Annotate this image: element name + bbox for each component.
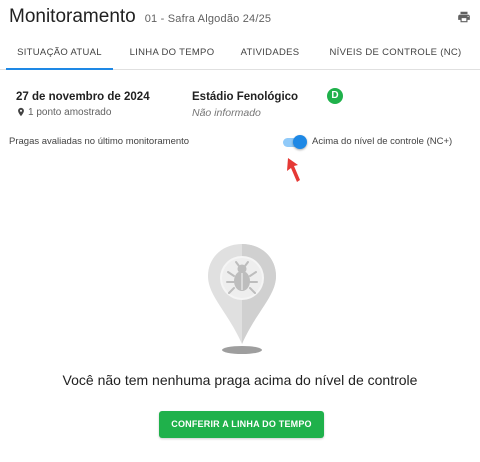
red-arrow-icon <box>287 158 300 182</box>
map-pin-icon <box>18 107 24 117</box>
empty-state-message: Você não tem nenhuma praga acima do níve… <box>62 372 418 388</box>
page-header: Monitoramento 01 - Safra Algodão 24/25 <box>9 6 471 30</box>
tab-atividades[interactable]: ATIVIDADES <box>231 36 309 70</box>
printer-icon[interactable] <box>457 10 471 24</box>
above-control-toggle[interactable] <box>281 135 307 149</box>
sample-points: 1 ponto amostrado <box>16 106 111 118</box>
active-tab-indicator <box>6 68 113 70</box>
page-title: Monitoramento <box>9 6 136 27</box>
stage-value: Não informado <box>192 107 261 119</box>
bug-location-pin-icon <box>208 244 276 354</box>
stage-badge: D <box>327 88 343 104</box>
tab-niveis-de-controle[interactable]: NÍVEIS DE CONTROLE (NC) <box>317 36 474 70</box>
view-timeline-button[interactable]: CONFERIR A LINHA DO TEMPO <box>159 411 324 438</box>
tab-bar: SITUAÇÃO ATUAL LINHA DO TEMPO ATIVIDADES… <box>0 36 480 70</box>
page-subtitle: 01 - Safra Algodão 24/25 <box>144 13 272 25</box>
toggle-label: Acima do nível de controle (NC+) <box>312 136 453 147</box>
toggle-knob <box>293 135 307 149</box>
pests-label: Pragas avaliadas no último monitoramento <box>9 136 190 147</box>
tab-situacao-atual[interactable]: SITUAÇÃO ATUAL <box>6 36 113 70</box>
stage-label: Estádio Fenológico <box>192 91 299 103</box>
tab-linha-do-tempo[interactable]: LINHA DO TEMPO <box>121 36 223 70</box>
sample-points-text: 1 ponto amostrado <box>28 106 112 118</box>
monitoring-date: 27 de novembro de 2024 <box>16 91 150 103</box>
